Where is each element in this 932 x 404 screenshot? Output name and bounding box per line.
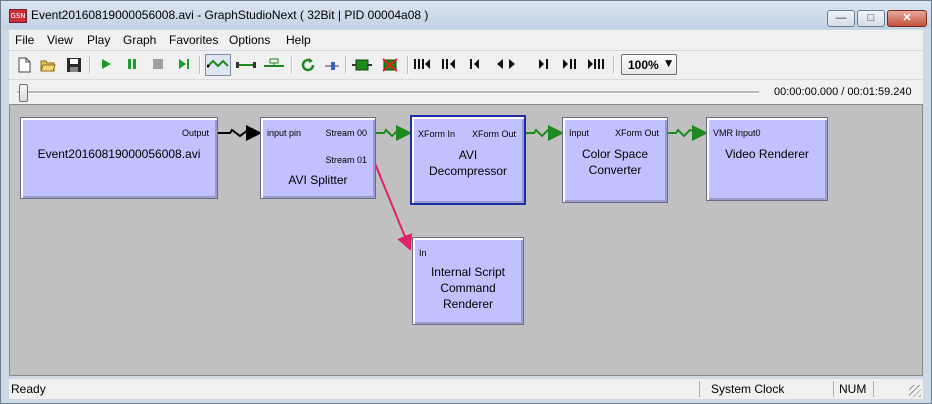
frame-back-max-icon[interactable] (411, 54, 433, 76)
status-bar: Ready System Clock NUM (9, 379, 923, 399)
play-icon[interactable] (95, 54, 117, 76)
chevron-down-icon: ▼ (665, 59, 672, 69)
menu-options[interactable]: Options (229, 33, 270, 47)
connection-decompressor-colorspace[interactable] (526, 125, 564, 141)
zoom-value: 100% (628, 58, 659, 72)
app-icon: GSN (9, 9, 27, 23)
menu-bar: File View Play Graph Favorites Options H… (9, 30, 923, 50)
filter-name: Video Renderer (725, 147, 809, 161)
step-icon[interactable] (173, 54, 195, 76)
connection-source-splitter[interactable] (218, 125, 262, 141)
seek-track[interactable] (17, 91, 759, 94)
seek-thumb[interactable] (19, 84, 28, 102)
minimize-button[interactable]: — (827, 10, 855, 27)
pin-xform-out[interactable]: XForm Out (472, 129, 516, 139)
open-folder-icon[interactable] (37, 54, 59, 76)
pin-input[interactable]: input pin (267, 128, 301, 138)
pin-xform-in[interactable]: XForm In (418, 129, 455, 139)
title-bar[interactable]: GSN Event20160819000056008.avi - GraphSt… (1, 1, 931, 29)
menu-favorites[interactable]: Favorites (169, 33, 218, 47)
toolbar: 100% ▼ (9, 51, 923, 80)
pin-in[interactable]: In (419, 248, 427, 258)
status-text: Ready (11, 382, 46, 396)
seek-bar-row: 00:00:00.000 / 00:01:59.240 (9, 80, 923, 104)
toolbar-separator (89, 56, 91, 74)
filter-avi-decompressor[interactable]: XForm In XForm Out AVI Decompressor (410, 115, 526, 205)
status-divider (833, 381, 834, 397)
filter-source[interactable]: Output Event20160819000056008.avi (20, 117, 218, 199)
menu-file[interactable]: File (15, 33, 34, 47)
pin-stream-00[interactable]: Stream 00 (325, 128, 367, 138)
delete-filter-icon[interactable] (377, 54, 403, 76)
filter-video-renderer[interactable]: VMR Input0 Video Renderer (706, 117, 828, 201)
status-clock: System Clock (711, 382, 785, 396)
filter-internal-script-renderer[interactable]: In Internal Script Command Renderer (412, 237, 524, 325)
menu-play[interactable]: Play (87, 33, 110, 47)
toolbar-separator (407, 56, 409, 74)
status-divider (873, 381, 874, 397)
resize-grip[interactable] (909, 385, 921, 397)
toolbar-separator (613, 56, 615, 74)
frame-back-fast-icon[interactable] (437, 54, 459, 76)
filter-name-line: Decompressor (428, 164, 508, 178)
stop-icon[interactable] (147, 54, 169, 76)
toolbar-separator (199, 56, 201, 74)
pin-stream-01[interactable]: Stream 01 (325, 155, 367, 165)
filter-name-line: Color Space (581, 147, 649, 161)
pin-xform-out[interactable]: XForm Out (615, 128, 659, 138)
save-icon[interactable] (63, 54, 85, 76)
menu-help[interactable]: Help (286, 33, 311, 47)
status-num: NUM (839, 382, 867, 396)
close-button[interactable]: ✕ (887, 10, 927, 27)
seek-icon[interactable] (321, 54, 343, 76)
filter-name: Event20160819000056008.avi (37, 147, 201, 161)
frame-step-icon[interactable] (489, 54, 523, 76)
time-display: 00:00:00.000 / 00:01:59.240 (774, 86, 912, 98)
pause-icon[interactable] (121, 54, 143, 76)
graph-canvas[interactable]: Output Event20160819000056008.avi input … (9, 104, 923, 376)
filter-name: AVI Splitter (288, 173, 348, 187)
connection-colorspace-renderer[interactable] (668, 125, 708, 141)
frame-forward-fast-icon[interactable] (559, 54, 581, 76)
app-window: GSN Event20160819000056008.avi - GraphSt… (0, 0, 932, 404)
frame-forward-max-icon[interactable] (585, 54, 607, 76)
status-divider (699, 381, 700, 397)
toolbar-separator (345, 56, 347, 74)
menu-view[interactable]: View (47, 33, 73, 47)
connection-splitter-script[interactable] (373, 160, 413, 251)
pin-input[interactable]: Input (569, 128, 589, 138)
zoom-dropdown[interactable]: 100% ▼ (621, 54, 677, 75)
filter-avi-splitter[interactable]: input pin Stream 00 Stream 01 AVI Splitt… (260, 117, 376, 199)
window-title: Event20160819000056008.avi - GraphStudio… (31, 8, 429, 22)
frame-back-icon[interactable] (463, 54, 485, 76)
new-file-icon[interactable] (13, 54, 35, 76)
maximize-button[interactable]: □ (857, 10, 885, 27)
connect-icon[interactable] (205, 54, 231, 76)
insert-filter-icon[interactable] (349, 54, 375, 76)
intelligent-connect-icon[interactable] (261, 54, 287, 76)
filter-name-line: AVI (458, 148, 478, 162)
filter-name-line: Converter (588, 163, 642, 177)
refresh-icon[interactable] (297, 54, 319, 76)
smart-connect-icon[interactable] (233, 54, 259, 76)
filter-name-line: Internal Script (430, 265, 506, 279)
pin-vmr-input0[interactable]: VMR Input0 (713, 128, 761, 138)
filter-color-space-converter[interactable]: Input XForm Out Color Space Converter (562, 117, 668, 203)
menu-graph[interactable]: Graph (123, 33, 156, 47)
frame-forward-icon[interactable] (533, 54, 555, 76)
connection-splitter-decompressor[interactable] (376, 125, 412, 141)
toolbar-separator (291, 56, 293, 74)
pin-output[interactable]: Output (182, 128, 209, 138)
filter-name-line: Command (440, 281, 496, 295)
filter-name-line: Renderer (442, 297, 494, 311)
